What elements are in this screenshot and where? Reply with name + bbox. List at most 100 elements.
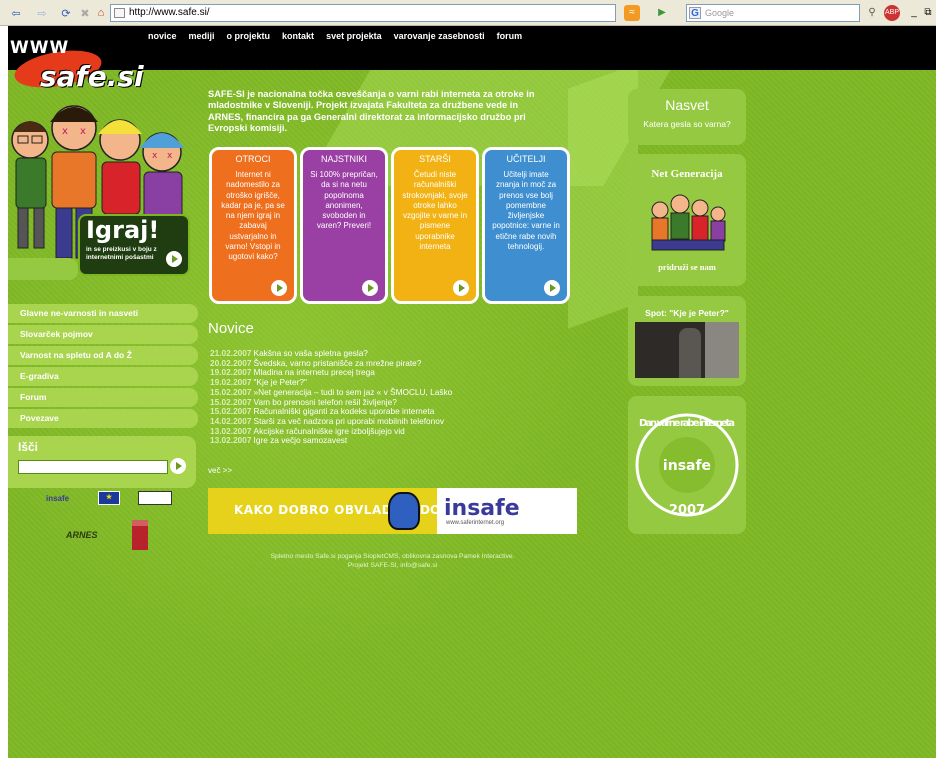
partner-badge-icon[interactable] (138, 491, 172, 505)
banner-text: KAKO DOBRO OBVLADA (234, 503, 402, 517)
restore-icon[interactable]: ⧉ (920, 5, 936, 21)
tip-title: Nasvet (665, 97, 709, 113)
play-subtitle: in se preizkusi v boju z internetnimi po… (86, 246, 157, 261)
news-title[interactable]: Vam bo prenosni telefon rešil življenje? (254, 397, 397, 407)
page: novice mediji o projektu kontakt svet pr… (8, 26, 936, 758)
reload-icon[interactable]: ⟳ (58, 5, 74, 21)
dan-year-text: 2007 (669, 503, 705, 518)
net-generation-subtitle: pridruži se nam (658, 262, 716, 272)
news-heading: Novice (208, 320, 254, 337)
footer: Spletno mesto Safe.si poganja SiopletCMS… (208, 553, 577, 570)
card-arrow-icon[interactable] (453, 280, 469, 296)
card-arrow-icon[interactable] (362, 280, 378, 296)
arnes-logo[interactable]: ARNES (66, 530, 98, 540)
card-arrow-icon[interactable] (544, 280, 560, 296)
video-spot-box[interactable]: Spot: "Kje je Peter?" (628, 296, 746, 386)
tip-box[interactable]: Nasvet Katera gesla so varna? (628, 89, 746, 145)
play-game-promo[interactable]: Igraj! in se preizkusi v boju z internet… (78, 214, 190, 276)
news-date: 21.02.2007 (210, 348, 252, 358)
sidebar-item-slovarcek[interactable]: Slovarček pojmov (8, 325, 198, 344)
home-icon[interactable]: ⌂ (94, 5, 108, 21)
sidebar-menu: Glavne ne-varnosti in nasveti Slovarček … (8, 304, 198, 430)
news-title[interactable]: Kakšna so vaša spletna gesla? (254, 348, 368, 358)
banner-text-suffix: DO (420, 503, 441, 517)
site-search: Išči (8, 436, 196, 488)
adblock-icon[interactable]: ABP (884, 5, 900, 21)
news-date: 14.02.2007 (210, 415, 252, 426)
go-icon[interactable]: ▶ (654, 5, 670, 21)
news-date: 15.02.2007 (210, 396, 252, 407)
card-otroci[interactable]: OTROCI Internet ni nadomestilo za otrošk… (209, 147, 297, 304)
search-placeholder: Google (705, 8, 735, 18)
forward-icon[interactable]: ⇨ (32, 5, 52, 21)
nav-svet-projekta[interactable]: svet projekta (326, 31, 382, 41)
news-date: 13.02.2007 (210, 425, 252, 436)
news-date: 19.02.2007 (210, 377, 252, 388)
magnifier-icon[interactable]: ⚲ (864, 5, 880, 21)
insafe-banner[interactable]: KAKO DOBRO OBVLADA DO insafe www.saferin… (208, 488, 577, 534)
nav-mediji[interactable]: mediji (189, 31, 215, 41)
url-text: http://www.safe.si/ (129, 7, 210, 18)
news-list: 21.02.2007 Kakšna so vaša spletna gesla? 2… (210, 348, 540, 446)
address-bar[interactable]: http://www.safe.si/ (110, 4, 616, 22)
browser-toolbar: ⇦ ⇨ ⟳ ✖ ⌂ http://www.safe.si/ ≈ ▶ G Goog… (0, 0, 936, 26)
card-starsi[interactable]: STARŠI Četudi niste računalniški strokov… (391, 147, 479, 304)
google-icon: G (689, 7, 701, 19)
search-input[interactable] (18, 460, 168, 474)
news-title[interactable]: Mladina na internetu precej trega (254, 367, 375, 378)
news-title[interactable]: Računalniški giganti za kodeks uporabe i… (254, 406, 435, 416)
svg-text:x: x (62, 126, 68, 137)
dan-brand-text: insafe (663, 458, 711, 474)
video-door (705, 322, 739, 378)
play-title: Igraj! (86, 216, 160, 244)
card-text: Učitelji imate znanja in moč za prenos v… (492, 170, 560, 252)
news-title[interactable]: Akcijske računalniške igre izboljšujejo … (254, 426, 405, 436)
news-title[interactable]: Igre za večjo samozavest (254, 435, 348, 445)
nav-o-projektu[interactable]: o projektu (227, 31, 271, 41)
sidebar-item-povezave[interactable]: Povezave (8, 409, 198, 428)
card-text: Internet ni nadomestilo za otroško igriš… (221, 170, 285, 262)
card-arrow-icon[interactable] (271, 280, 287, 296)
dan-top-text: Dan varne rabe interneta (639, 418, 735, 429)
eu-flag-icon[interactable]: ★ (98, 491, 120, 505)
news-title[interactable]: Starši za več nadzora pri uporabi mobiln… (254, 416, 444, 426)
sidebar-item-e-gradiva[interactable]: E-gradiva (8, 367, 198, 386)
sidebar-item-forum[interactable]: Forum (8, 388, 198, 407)
search-go-icon[interactable] (170, 458, 186, 474)
banner-brand: insafe (444, 496, 520, 521)
video-thumbnail[interactable] (635, 322, 739, 378)
news-date: 13.02.2007 (210, 435, 252, 446)
nav-varovanje-zasebnosti[interactable]: varovanje zasebnosti (394, 31, 485, 41)
back-icon[interactable]: ⇦ (6, 5, 26, 21)
tip-subtitle: Katera gesla so varna? (643, 119, 731, 129)
safer-internet-day-badge: Dan varne rabe interneta insafe 2007 (635, 413, 739, 518)
stop-icon[interactable]: ✖ (78, 5, 92, 21)
arnes-logo-text: ARNES (66, 530, 98, 540)
news-title[interactable]: "Kje je Peter?" (254, 377, 307, 387)
sidebar-item-varnost-a-z[interactable]: Varnost na spletu od A do Ž (8, 346, 198, 365)
sidebar-item-nevarnosti[interactable]: Glavne ne-varnosti in nasveti (8, 304, 198, 323)
card-najstniki[interactable]: NAJSTNIKI Si 100% prepričan, da si na ne… (300, 147, 388, 304)
news-item[interactable]: 13.02.2007 Igre za večjo samozavest (210, 435, 540, 446)
building-logo-icon[interactable] (132, 520, 148, 550)
logo-www: WWW (10, 38, 70, 58)
banner-url: www.saferinternet.org (446, 520, 505, 526)
card-title: NAJSTNIKI (320, 154, 367, 164)
news-date: 20.02.2007 (210, 357, 252, 368)
news-title[interactable]: Švedska, varno pristanišče za mrežne pir… (254, 358, 422, 368)
play-arrow-icon[interactable] (166, 251, 182, 267)
nav-forum[interactable]: forum (497, 31, 523, 41)
main-menu: novice mediji o projektu kontakt svet pr… (148, 31, 522, 41)
card-title: STARŠI (419, 154, 451, 164)
insafe-logo[interactable]: insafe (46, 494, 69, 503)
rss-icon[interactable]: ≈ (624, 5, 640, 21)
nav-kontakt[interactable]: kontakt (282, 31, 314, 41)
search-engine-field[interactable]: G Google (686, 4, 860, 22)
card-ucitelji[interactable]: UČITELJI Učitelji imate znanja in moč za… (482, 147, 570, 304)
svg-text:x: x (80, 126, 86, 137)
safer-internet-day-box[interactable]: Dan varne rabe interneta insafe 2007 (628, 396, 746, 534)
news-title[interactable]: »Net generacija – tudi to sem jaz « v ŠM… (254, 387, 453, 397)
news-more-link[interactable]: več >> (208, 466, 232, 475)
net-generation-box[interactable]: Net Generacija pridruži se nam (628, 154, 746, 286)
card-title: UČITELJI (506, 154, 546, 164)
